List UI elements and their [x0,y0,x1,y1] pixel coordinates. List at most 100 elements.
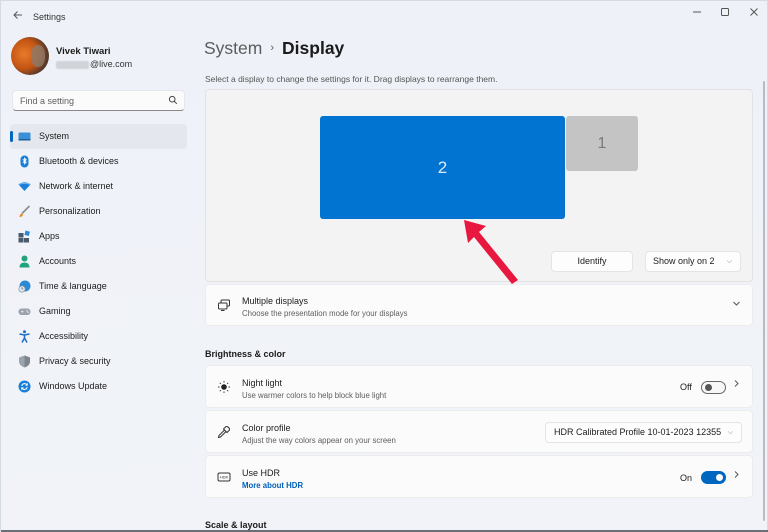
breadcrumb: System › Display [204,38,344,59]
sidebar-item-label: Bluetooth & devices [39,156,119,166]
chevron-down-icon: ⌵ [726,258,732,265]
page-title: Display [282,38,345,58]
search-icon[interactable] [168,95,178,105]
globe-clock-icon [18,280,31,293]
sidebar-nav: System Bluetooth & devices Network & int… [10,124,187,399]
breadcrumb-separator: › [270,42,275,54]
shield-icon [19,355,30,368]
use-hdr-toggle[interactable] [701,471,726,484]
annotation-arrow-icon [464,220,518,284]
sidebar-item-label: Apps [39,231,60,241]
night-light-icon [218,381,230,393]
night-light-state: Off [680,382,692,392]
sidebar-item-privacy[interactable]: Privacy & security [10,349,187,374]
breadcrumb-parent[interactable]: System [204,38,262,58]
multiple-displays-card[interactable]: Multiple displays Choose the presentatio… [205,284,753,326]
brightness-color-heading: Brightness & color [205,349,286,359]
display-2-label: 2 [437,157,448,177]
chevron-down-icon[interactable] [732,299,741,310]
sidebar-item-label: Accounts [39,256,77,266]
sidebar-item-windows-update[interactable]: Windows Update [10,374,187,399]
apps-icon [18,230,30,243]
multiple-displays-icon [218,299,230,311]
chevron-right-icon[interactable] [732,470,741,482]
display-2-tile[interactable]: 2 [320,116,565,219]
sidebar-item-apps[interactable]: Apps [10,224,187,249]
user-email: @live.com [56,59,132,69]
toggle-knob [705,384,712,391]
user-profile[interactable]: Vivek Tiwari @live.com [11,37,191,77]
color-profile-description: Adjust the way colors appear on your scr… [242,436,396,445]
night-light-description: Use warmer colors to help block blue lig… [242,391,387,400]
close-button[interactable] [743,6,765,24]
sidebar-item-label: Time & language [39,281,107,291]
display-1-label: 1 [597,134,607,152]
display-mode-dropdown[interactable]: Show only on 2 ⌵ [645,251,741,272]
user-email-domain: @live.com [90,59,133,69]
main-scrollbar[interactable] [763,81,765,521]
update-icon [18,380,31,393]
active-indicator [10,131,13,142]
back-button[interactable] [10,9,26,25]
chevron-down-icon: ⌵ [727,429,733,436]
app-title: Settings [33,12,66,22]
eyedropper-icon [217,425,231,439]
night-light-toggle[interactable] [701,381,726,394]
settings-window: Settings Vivek Tiwari @live.com Find a s… [0,0,768,532]
minimize-button[interactable] [686,6,708,24]
back-arrow-icon [13,11,22,19]
maximize-button[interactable] [714,6,736,24]
sidebar-item-time-language[interactable]: Time & language [10,274,187,299]
sidebar-item-accounts[interactable]: Accounts [10,249,187,274]
display-arrangement-panel: 2 1 Identify Show only on 2 ⌵ [205,89,753,284]
svg-text:HDR: HDR [220,475,228,479]
more-about-hdr-link[interactable]: More about HDR [242,481,303,490]
display-mode-value: Show only on 2 [653,256,715,266]
close-icon [750,8,758,16]
account-icon [19,255,30,268]
search-input[interactable]: Find a setting [12,90,185,111]
sidebar-item-label: Personalization [39,206,101,216]
sidebar-item-label: Accessibility [39,331,89,341]
wifi-icon [18,182,31,191]
sidebar-item-label: Network & internet [39,181,114,191]
chevron-right-icon[interactable] [732,379,741,391]
system-icon [18,132,31,141]
sidebar-item-personalization[interactable]: Personalization [10,199,187,224]
sidebar-item-bluetooth[interactable]: Bluetooth & devices [10,149,187,174]
accessibility-icon [19,330,30,343]
color-profile-card: Color profile Adjust the way colors appe… [205,410,753,453]
color-profile-value: HDR Calibrated Profile 10-01-2023 12355 [554,427,722,437]
search-placeholder: Find a setting [20,96,75,106]
maximize-icon [721,8,729,16]
display-1-tile[interactable]: 1 [566,116,638,171]
sidebar-item-system[interactable]: System [10,124,187,149]
night-light-card[interactable]: Night light Use warmer colors to help bl… [205,365,753,408]
sidebar-item-gaming[interactable]: Gaming [10,299,187,324]
email-redaction [56,60,89,69]
user-name: Vivek Tiwari [56,46,111,57]
page-subtitle: Select a display to change the settings … [205,74,498,84]
color-profile-dropdown[interactable]: HDR Calibrated Profile 10-01-2023 12355 … [545,422,742,443]
sidebar-item-network[interactable]: Network & internet [10,174,187,199]
color-profile-title: Color profile [242,423,291,433]
sidebar-item-label: Privacy & security [39,356,111,366]
night-light-title: Night light [242,378,283,388]
hdr-icon: HDR [217,472,231,482]
sidebar-item-label: Windows Update [39,381,108,391]
identify-button[interactable]: Identify [551,251,633,272]
toggle-knob [716,474,723,481]
use-hdr-card[interactable]: HDR Use HDR More about HDR On [205,455,753,498]
use-hdr-state: On [680,473,693,483]
multiple-displays-title: Multiple displays [242,296,309,306]
bluetooth-icon [20,155,29,168]
sidebar-item-accessibility[interactable]: Accessibility [10,324,187,349]
title-bar: Settings [1,1,768,33]
use-hdr-title: Use HDR [242,468,281,478]
minimize-icon [693,11,701,13]
scale-layout-heading: Scale & layout [205,520,267,530]
brush-icon [19,205,31,217]
multiple-displays-description: Choose the presentation mode for your di… [242,309,408,318]
sidebar-item-label: Gaming [39,306,71,316]
avatar [11,37,49,75]
